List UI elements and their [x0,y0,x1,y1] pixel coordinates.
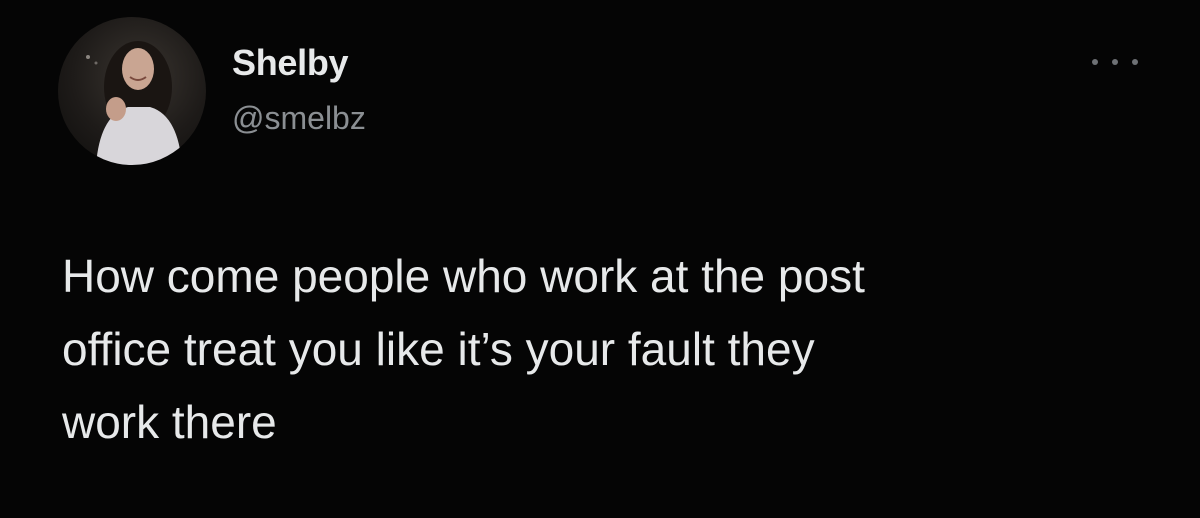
profile-photo-icon [86,41,182,165]
more-dot [1092,59,1098,65]
tweet-text: How come people who work at the post off… [62,240,1152,459]
more-dot [1132,59,1138,65]
tweet-text-line: work there [62,396,277,448]
more-dot [1112,59,1118,65]
author-name[interactable]: Shelby [232,42,349,84]
tweet-card: Shelby @smelbz How come people who work … [0,0,1200,518]
avatar[interactable] [58,17,206,165]
tweet-text-line: How come people who work at the post [62,250,865,302]
author-handle[interactable]: @smelbz [232,100,366,137]
tweet-text-line: office treat you like it’s your fault th… [62,323,815,375]
more-options-icon[interactable] [1092,50,1138,74]
